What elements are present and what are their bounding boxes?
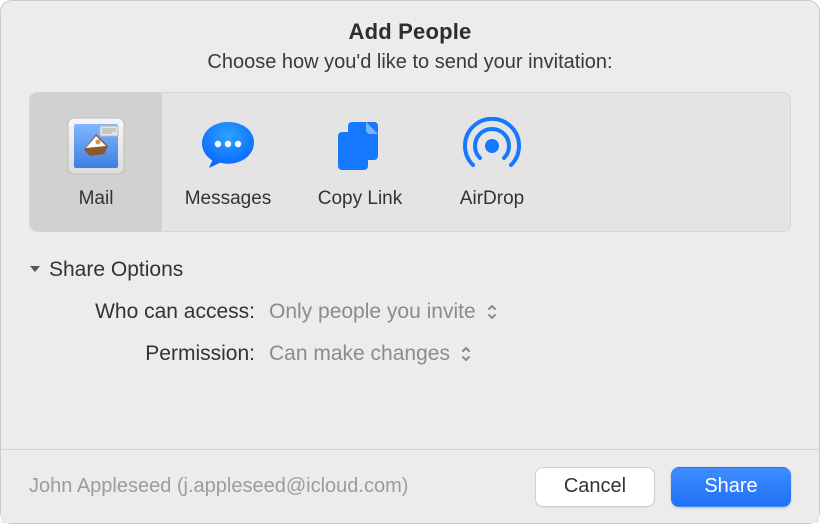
cancel-button[interactable]: Cancel [535,467,655,507]
share-method-messages[interactable]: Messages [162,93,294,231]
airdrop-icon [460,114,524,178]
copy-link-icon [328,114,392,178]
share-method-label: Mail [79,188,114,210]
who-can-access-popup[interactable]: Only people you invite [269,300,791,324]
account-info: John Appleseed (j.appleseed@icloud.com) [29,475,519,498]
share-options-disclosure[interactable]: Share Options [29,258,791,282]
share-method-airdrop[interactable]: AirDrop [426,93,558,231]
share-method-copy-link[interactable]: Copy Link [294,93,426,231]
who-can-access-value: Only people you invite [269,300,476,324]
permission-label: Permission: [29,342,269,366]
messages-icon [196,114,260,178]
share-options: Who can access: Only people you invite P… [29,300,791,366]
share-options-label: Share Options [49,258,183,282]
permission-value: Can make changes [269,342,450,366]
page-title: Add People [1,19,819,45]
who-can-access-label: Who can access: [29,300,269,324]
popup-chevron-icon [486,303,498,321]
share-method-picker: Mail Messages [29,92,791,232]
share-options-section: Share Options [29,258,791,282]
header: Add People Choose how you'd like to send… [1,1,819,74]
popup-chevron-icon [460,345,472,363]
share-button[interactable]: Share [671,467,791,507]
footer: John Appleseed (j.appleseed@icloud.com) … [1,449,819,523]
mail-app-icon [64,114,128,178]
share-method-label: AirDrop [460,188,524,210]
share-method-label: Copy Link [318,188,403,210]
permission-popup[interactable]: Can make changes [269,342,791,366]
disclosure-triangle-icon [29,262,41,278]
page-subtitle: Choose how you'd like to send your invit… [1,51,819,74]
share-method-mail[interactable]: Mail [30,93,162,231]
share-method-label: Messages [185,188,272,210]
add-people-sheet: Add People Choose how you'd like to send… [0,0,820,524]
